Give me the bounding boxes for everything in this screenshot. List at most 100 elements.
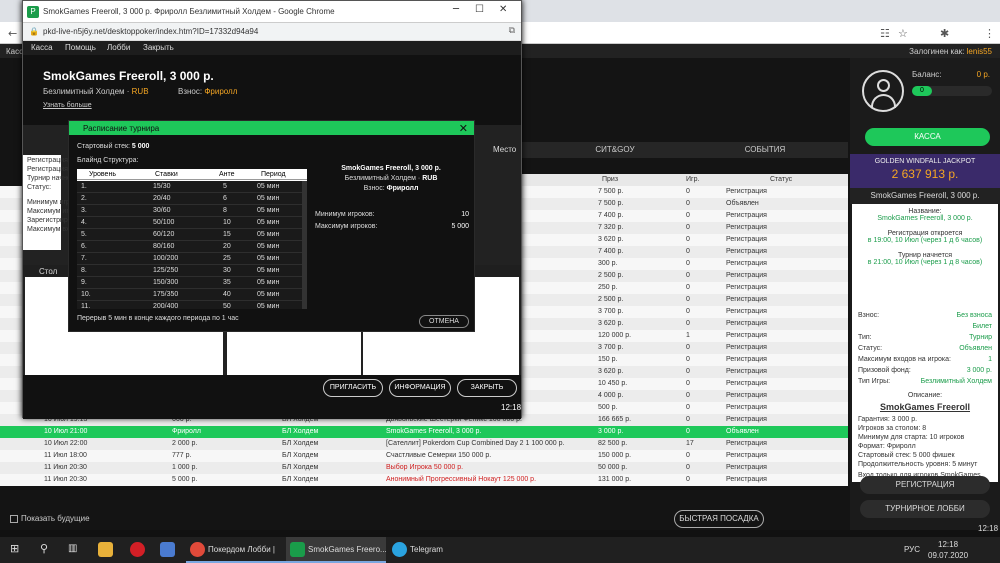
search-icon[interactable]: ⚲	[40, 542, 48, 555]
extension-icon[interactable]: ✱	[940, 27, 949, 40]
col-ante: Анте	[219, 171, 235, 178]
cell-status: Регистрация	[726, 236, 767, 243]
summary-buyin: Взнос: Фриролл	[363, 185, 419, 192]
info-desc-line: Стартовый стек: 5 000 фишек	[858, 452, 955, 459]
save-icon[interactable]	[160, 542, 175, 557]
menu-kassa[interactable]: Касса	[31, 43, 53, 52]
blind-table-scrollbar[interactable]	[302, 181, 307, 309]
language-indicator[interactable]: РУС	[904, 545, 920, 554]
show-future-checkbox[interactable]	[10, 514, 18, 523]
lobby-kassa-link[interactable]: Касс	[6, 47, 23, 56]
menu-lobby[interactable]: Лобби	[107, 43, 130, 52]
cell-prize: 300 р.	[598, 260, 618, 267]
dialog-close-icon[interactable]: ✕	[459, 122, 468, 135]
table-row[interactable]: 11 Июл 20:30 1 000 р. БЛ Холдем Выбор Игрок…	[0, 462, 848, 474]
telegram-icon[interactable]	[392, 542, 407, 557]
cell-game: БЛ Холдем	[282, 428, 319, 435]
cell-players: 0	[686, 308, 690, 315]
blind-level-row: 3. 30/60 8 05 мин	[77, 205, 307, 217]
blind-stakes: 15/30	[153, 183, 171, 190]
file-explorer-icon[interactable]	[98, 542, 113, 557]
info-start-label: Турнир начнется	[897, 252, 952, 259]
info-desc-line: Продолжительность уровня: 5 минут	[858, 461, 978, 468]
tab-events[interactable]: СОБЫТИЯ	[690, 142, 840, 158]
info-kv-value: Турнир	[969, 334, 992, 341]
menu-help[interactable]: Помощь	[65, 43, 96, 52]
popup-addressbar[interactable]: 🔒 pkd-live-n5j6y.net/desktoppoker/index.…	[23, 23, 521, 41]
info-button[interactable]: ИНФОРМАЦИЯ	[389, 379, 451, 397]
table-row[interactable]: 10 Июл 22:00 2 000 р. БЛ Холдем [Сателлит] …	[0, 438, 848, 450]
summary-max-players: Максимум игроков: 5 000	[315, 223, 469, 230]
blind-level-row: 11. 200/400 50 05 мин	[77, 301, 307, 309]
cell-status: Регистрация	[726, 272, 767, 279]
task-view-icon[interactable]: ▥	[68, 543, 77, 554]
info-kv-row: Взнос: Без взноса	[858, 312, 992, 319]
table-row[interactable]: 10 Июл 21:00 Фриролл БЛ Холдем SmokGames Fr…	[0, 426, 848, 438]
app-logo-icon	[290, 542, 305, 557]
cell-players: 0	[686, 452, 690, 459]
tab-sitngo[interactable]: СИТ&GOУ	[550, 142, 680, 158]
info-desc-line: Формат: Фриролл	[858, 443, 916, 450]
tournament-lobby-button[interactable]: ТУРНИРНОЕ ЛОББИ	[860, 500, 990, 518]
menu-kebab-icon[interactable]: ⋮	[984, 27, 995, 40]
show-future-toggle[interactable]: Показать будущие	[10, 514, 90, 523]
taskbar-item-lobby[interactable]: Покердом Лобби |	[186, 537, 286, 563]
app-logo-icon: P	[27, 6, 39, 18]
blind-lvl: 5.	[81, 231, 87, 238]
blind-stakes: 20/40	[153, 195, 171, 202]
cell-game: БЛ Холдем	[282, 476, 319, 483]
translate-icon[interactable]: ⧉	[509, 26, 515, 36]
avatar[interactable]	[862, 70, 904, 112]
blind-ante: 8	[223, 207, 227, 214]
tournament-name: SmokGames Freeroll, 3 000 р.	[43, 69, 214, 83]
dialog-titlebar: Расписание турнира ✕	[69, 121, 474, 135]
cell-status: Регистрация	[726, 224, 767, 231]
popup-url[interactable]: pkd-live-n5j6y.net/desktoppoker/index.ht…	[43, 27, 258, 36]
cancel-button[interactable]: ОТМЕНА	[419, 315, 469, 328]
taskbar-item-smokgames[interactable]: SmokGames Freero...	[286, 537, 387, 563]
register-button[interactable]: РЕГИСТРАЦИЯ	[860, 476, 990, 494]
taskbar-telegram-label[interactable]: Telegram	[410, 545, 443, 554]
blind-period: 05 мин	[257, 207, 280, 214]
close-button[interactable]: ЗАКРЫТЬ	[457, 379, 517, 397]
blind-table: Уровень Ставки Анте Период 1. 15/30 5 05 ми…	[77, 169, 307, 309]
start-icon[interactable]: ⊞	[10, 542, 19, 555]
translate-icon[interactable]: ☷	[880, 27, 890, 40]
blind-stakes: 125/250	[153, 267, 179, 274]
info-name-label: Название:	[908, 208, 942, 215]
table-row[interactable]: 11 Июл 20:30 5 000 р. БЛ Холдем Анонимный П…	[0, 474, 848, 486]
maximize-icon[interactable]: ☐	[475, 4, 484, 15]
fast-seat-button[interactable]: БЫСТРАЯ ПОСАДКА	[674, 510, 764, 528]
kassa-button[interactable]: КАССА	[865, 128, 990, 146]
invite-button[interactable]: ПРИГЛАСИТЬ	[323, 379, 383, 397]
blind-stakes: 80/160	[153, 243, 175, 250]
blind-ante: 20	[223, 243, 231, 250]
cell-status: Регистрация	[726, 416, 767, 423]
close-icon[interactable]: ✕	[499, 4, 507, 15]
cell-status: Регистрация	[726, 440, 767, 447]
taskbar-date[interactable]: 09.07.2020	[928, 551, 968, 560]
col-table: Стол	[39, 267, 58, 276]
star-icon[interactable]: ☆	[898, 27, 908, 40]
info-kv-key: Призовой фонд:	[858, 367, 911, 374]
cell-name: Анонимный Прогрессивный Нокаут 125 000 р…	[386, 476, 537, 483]
blind-ante: 30	[223, 267, 231, 274]
cell-prize: 7 320 р.	[598, 224, 624, 231]
cell-players: 17	[686, 440, 694, 447]
learn-more-link[interactable]: Узнать больше	[43, 102, 92, 109]
popup-menu: Касса Помощь Лобби Закрыть	[23, 41, 521, 55]
cell-players: 0	[686, 272, 690, 279]
back-icon[interactable]: ←	[8, 27, 17, 40]
taskbar-time[interactable]: 12:18	[938, 540, 958, 549]
cell-type: 1 000 р.	[172, 464, 198, 471]
jackpot-banner[interactable]: GOLDEN WINDFALL JACKPOT 2 637 913 р.	[850, 154, 1000, 188]
side-line: Максимум игр	[27, 208, 73, 215]
schedule-dialog: Расписание турнира ✕ Стартовый стек: 5 0…	[68, 120, 475, 332]
minimize-icon[interactable]: ─	[453, 4, 459, 15]
table-row[interactable]: 11 Июл 18:00 777 р. БЛ Холдем Счастливые Се…	[0, 450, 848, 462]
info-kv-value: Билет	[972, 323, 992, 330]
blind-lvl: 6.	[81, 243, 87, 250]
balance-toggle[interactable]: 0	[912, 86, 992, 96]
menu-close[interactable]: Закрыть	[143, 43, 174, 52]
opera-icon[interactable]	[130, 542, 145, 557]
